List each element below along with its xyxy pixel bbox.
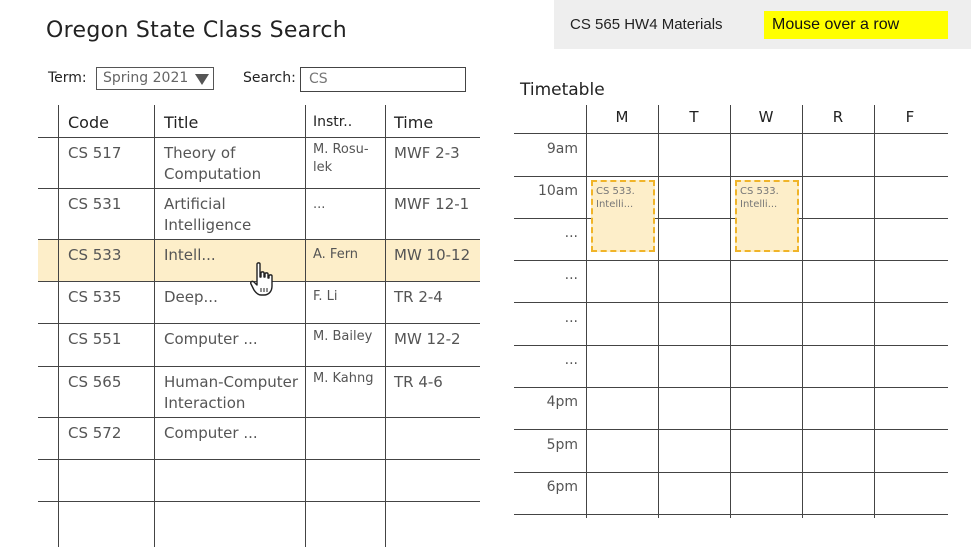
- cell-code: CS 533: [68, 246, 122, 264]
- day-header: R: [832, 108, 844, 126]
- search-label: Search:: [243, 70, 296, 86]
- cell-title: Intell...: [164, 246, 216, 264]
- cell-instructor: F. Li: [313, 289, 338, 304]
- day-header: F: [905, 108, 915, 126]
- course-table: Code Title Instr.. Time CS 517 Theory of…: [38, 105, 480, 547]
- timetable-event[interactable]: CS 533. Intelli...: [591, 180, 655, 252]
- cell-code: CS 535: [68, 288, 122, 306]
- timetable-grid: M T W R F 9am 10am ... ... ... ... 4pm 5…: [514, 100, 948, 518]
- term-label: Term:: [48, 70, 87, 86]
- cell-title: Human-Computer Interaction: [164, 373, 299, 412]
- cell-time: MWF 12-1: [394, 195, 470, 213]
- time-label: ...: [564, 310, 578, 326]
- cell-time: TR 2-4: [394, 288, 443, 306]
- timetable-event[interactable]: CS 533. Intelli...: [735, 180, 799, 252]
- table-row[interactable]: CS 531 Artificial Intelligence ... MWF 12…: [38, 188, 480, 239]
- day-header: W: [758, 108, 774, 126]
- info-panel: CS 565 HW4 Materials Mouse over a row: [554, 0, 971, 49]
- table-row[interactable]: CS 517 Theory of Computation M. Rosu-lek …: [38, 137, 480, 188]
- cell-code: CS 572: [68, 424, 122, 442]
- time-label: 6pm: [546, 479, 578, 495]
- cell-title: Deep...: [164, 288, 218, 306]
- cell-time: TR 4-6: [394, 373, 443, 391]
- term-value: Spring 2021: [103, 70, 189, 86]
- time-label: 5pm: [546, 437, 578, 453]
- cell-title: Computer ...: [164, 424, 258, 442]
- table-row[interactable]: CS 572 Computer ...: [38, 417, 480, 459]
- cell-time: MW 12-2: [394, 330, 461, 348]
- cell-title: Computer ...: [164, 330, 258, 348]
- cell-code: CS 551: [68, 330, 122, 348]
- timetable-title: Timetable: [520, 80, 605, 100]
- search-input[interactable]: CS: [300, 67, 466, 92]
- triangle-down-icon: [195, 74, 209, 85]
- time-label: 9am: [546, 141, 578, 157]
- cell-title: Artificial Intelligence: [164, 195, 252, 234]
- page-title: Oregon State Class Search: [46, 18, 347, 43]
- hand-pointer-icon: [250, 262, 273, 296]
- cell-instructor: M. Rosu-lek: [313, 142, 369, 175]
- day-header: T: [689, 108, 699, 126]
- time-label: 4pm: [546, 394, 578, 410]
- cell-instructor: A. Fern: [313, 247, 359, 262]
- cell-code: CS 517: [68, 144, 122, 162]
- time-label: ...: [564, 267, 578, 283]
- day-header: M: [615, 108, 629, 126]
- term-select[interactable]: Spring 2021: [96, 67, 214, 90]
- cell-title: Theory of Computation: [164, 144, 262, 183]
- cell-instructor: M. Kahng: [313, 371, 374, 386]
- time-label: 10am: [537, 183, 578, 199]
- time-label: ...: [564, 225, 578, 241]
- table-row[interactable]: CS 565 Human-Computer Interaction M. Kahn…: [38, 366, 480, 417]
- cell-code: CS 565: [68, 373, 122, 391]
- header-title[interactable]: Title: [164, 113, 198, 132]
- cell-instructor: M. Bailey: [313, 329, 373, 344]
- table-row[interactable]: CS 551 Computer ... M. Bailey MW 12-2: [38, 323, 480, 366]
- hw-materials-link[interactable]: CS 565 HW4 Materials: [570, 16, 723, 33]
- header-code[interactable]: Code: [68, 113, 109, 132]
- time-label: ...: [564, 352, 578, 368]
- header-time[interactable]: Time: [394, 113, 433, 132]
- cell-instructor: ...: [313, 197, 326, 212]
- cell-code: CS 531: [68, 195, 122, 213]
- hint-badge: Mouse over a row: [764, 11, 948, 39]
- header-instructor[interactable]: Instr..: [313, 114, 352, 130]
- cell-time: MWF 2-3: [394, 144, 460, 162]
- cell-time: MW 10-12: [394, 246, 471, 264]
